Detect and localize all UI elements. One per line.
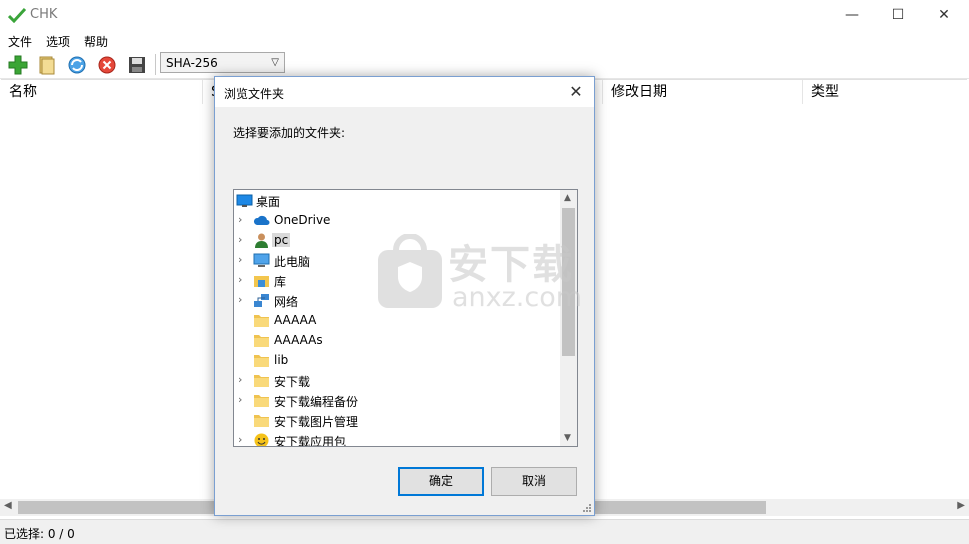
smiley-folder-icon: [254, 433, 269, 446]
folder-tree[interactable]: ▲ ▼ 桌面 › OneDrive › pc › 此电脑 › 库 › 网络 AAAAA AAAAAs li…: [233, 189, 578, 447]
folder-icon: [254, 335, 269, 347]
tree-item-label: AAAAA: [274, 313, 317, 327]
desktop-icon: [236, 194, 253, 207]
folder-icon: [254, 375, 269, 387]
refresh-icon[interactable]: [66, 54, 88, 76]
toolbar: [0, 50, 969, 79]
hash-algorithm-select[interactable]: SHA-256 ▽: [160, 52, 285, 73]
chevron-right-icon[interactable]: ›: [238, 273, 242, 286]
computer-icon: [253, 253, 270, 267]
tree-item-label: 安下载: [274, 375, 311, 389]
tree-item[interactable]: AAAAAs: [234, 330, 560, 350]
watermark: 安下载 anxz.com: [376, 232, 596, 313]
title-bar: CHK — ☐ ✕: [0, 0, 969, 31]
maximize-button[interactable]: ☐: [875, 0, 921, 30]
scroll-right-icon[interactable]: ▶: [957, 500, 965, 511]
tree-item-label: 桌面: [256, 195, 281, 209]
scroll-down-icon[interactable]: ▼: [564, 433, 571, 443]
tree-item[interactable]: lib: [234, 350, 560, 370]
resize-grip-icon[interactable]: [583, 504, 591, 512]
shield-bag-icon: [378, 234, 442, 308]
dialog-title-bar: 浏览文件夹 ✕: [215, 77, 594, 107]
tree-item-label: AAAAAs: [274, 333, 323, 347]
open-folder-icon[interactable]: [36, 54, 58, 76]
folder-icon: [254, 355, 269, 367]
minimize-button[interactable]: —: [829, 0, 875, 30]
chevron-right-icon[interactable]: ›: [238, 213, 242, 226]
tree-item-label: OneDrive: [274, 213, 331, 227]
status-bar: 已选择: 0 / 0: [0, 519, 969, 544]
tree-item-label: 安下载编程备份: [274, 395, 359, 409]
chevron-right-icon[interactable]: ›: [238, 293, 242, 306]
tree-item-label: 库: [274, 275, 287, 289]
scroll-left-icon[interactable]: ◀: [4, 500, 12, 511]
menu-file[interactable]: 文件: [8, 33, 32, 50]
library-icon: [254, 276, 269, 287]
tree-item[interactable]: › 安下载应用包: [234, 430, 560, 447]
toolbar-separator: [155, 54, 156, 75]
menu-options[interactable]: 选项: [46, 33, 70, 50]
column-modified[interactable]: 修改日期: [603, 80, 803, 104]
chevron-right-icon[interactable]: ›: [238, 393, 242, 406]
tree-item[interactable]: 安下载图片管理: [234, 410, 560, 430]
network-icon: [254, 294, 269, 307]
user-icon: [255, 233, 268, 248]
menu-help[interactable]: 帮助: [84, 33, 108, 50]
chevron-down-icon: ▽: [271, 57, 279, 68]
column-name[interactable]: 名称: [1, 80, 203, 104]
save-icon[interactable]: [126, 54, 148, 76]
window-title: CHK: [30, 7, 58, 22]
add-icon[interactable]: [7, 54, 29, 76]
dialog-prompt: 选择要添加的文件夹:: [233, 126, 346, 140]
dialog-close-button[interactable]: ✕: [564, 80, 588, 104]
tree-item[interactable]: AAAAA: [234, 310, 560, 330]
chevron-right-icon[interactable]: ›: [238, 373, 242, 386]
chevron-right-icon[interactable]: ›: [238, 233, 242, 246]
chevron-right-icon[interactable]: ›: [238, 433, 242, 446]
close-button[interactable]: ✕: [921, 0, 967, 30]
folder-icon: [254, 415, 269, 427]
dialog-title: 浏览文件夹: [224, 87, 285, 101]
column-type[interactable]: 类型: [803, 80, 967, 104]
folder-icon: [254, 395, 269, 407]
tree-item[interactable]: › 安下载: [234, 370, 560, 390]
menu-bar: 文件 选项 帮助: [0, 30, 969, 50]
tree-item-label: 此电脑: [274, 255, 311, 269]
scroll-up-icon[interactable]: ▲: [564, 193, 571, 203]
cloud-icon: [253, 215, 270, 225]
checkmark-icon: [8, 7, 26, 23]
tree-item[interactable]: 桌面: [234, 190, 560, 210]
tree-item-label: 安下载图片管理: [274, 415, 359, 429]
stop-icon[interactable]: [96, 54, 118, 76]
tree-item-label: lib: [274, 353, 289, 367]
cancel-button[interactable]: 取消: [491, 467, 577, 496]
watermark-subtext: anxz.com: [452, 282, 583, 313]
hash-algorithm-value: SHA-256: [166, 56, 218, 70]
tree-vertical-scrollbar[interactable]: ▲ ▼: [560, 190, 577, 446]
tree-item-label: pc: [272, 233, 291, 247]
folder-icon: [254, 315, 269, 327]
chevron-right-icon[interactable]: ›: [238, 253, 242, 266]
tree-item-label: 安下载应用包: [274, 435, 347, 447]
tree-item[interactable]: › 安下载编程备份: [234, 390, 560, 410]
selection-status: 已选择: 0 / 0: [4, 527, 75, 541]
ok-button[interactable]: 确定: [398, 467, 484, 496]
tree-item-label: 网络: [274, 295, 299, 309]
tree-item[interactable]: › OneDrive: [234, 210, 560, 230]
